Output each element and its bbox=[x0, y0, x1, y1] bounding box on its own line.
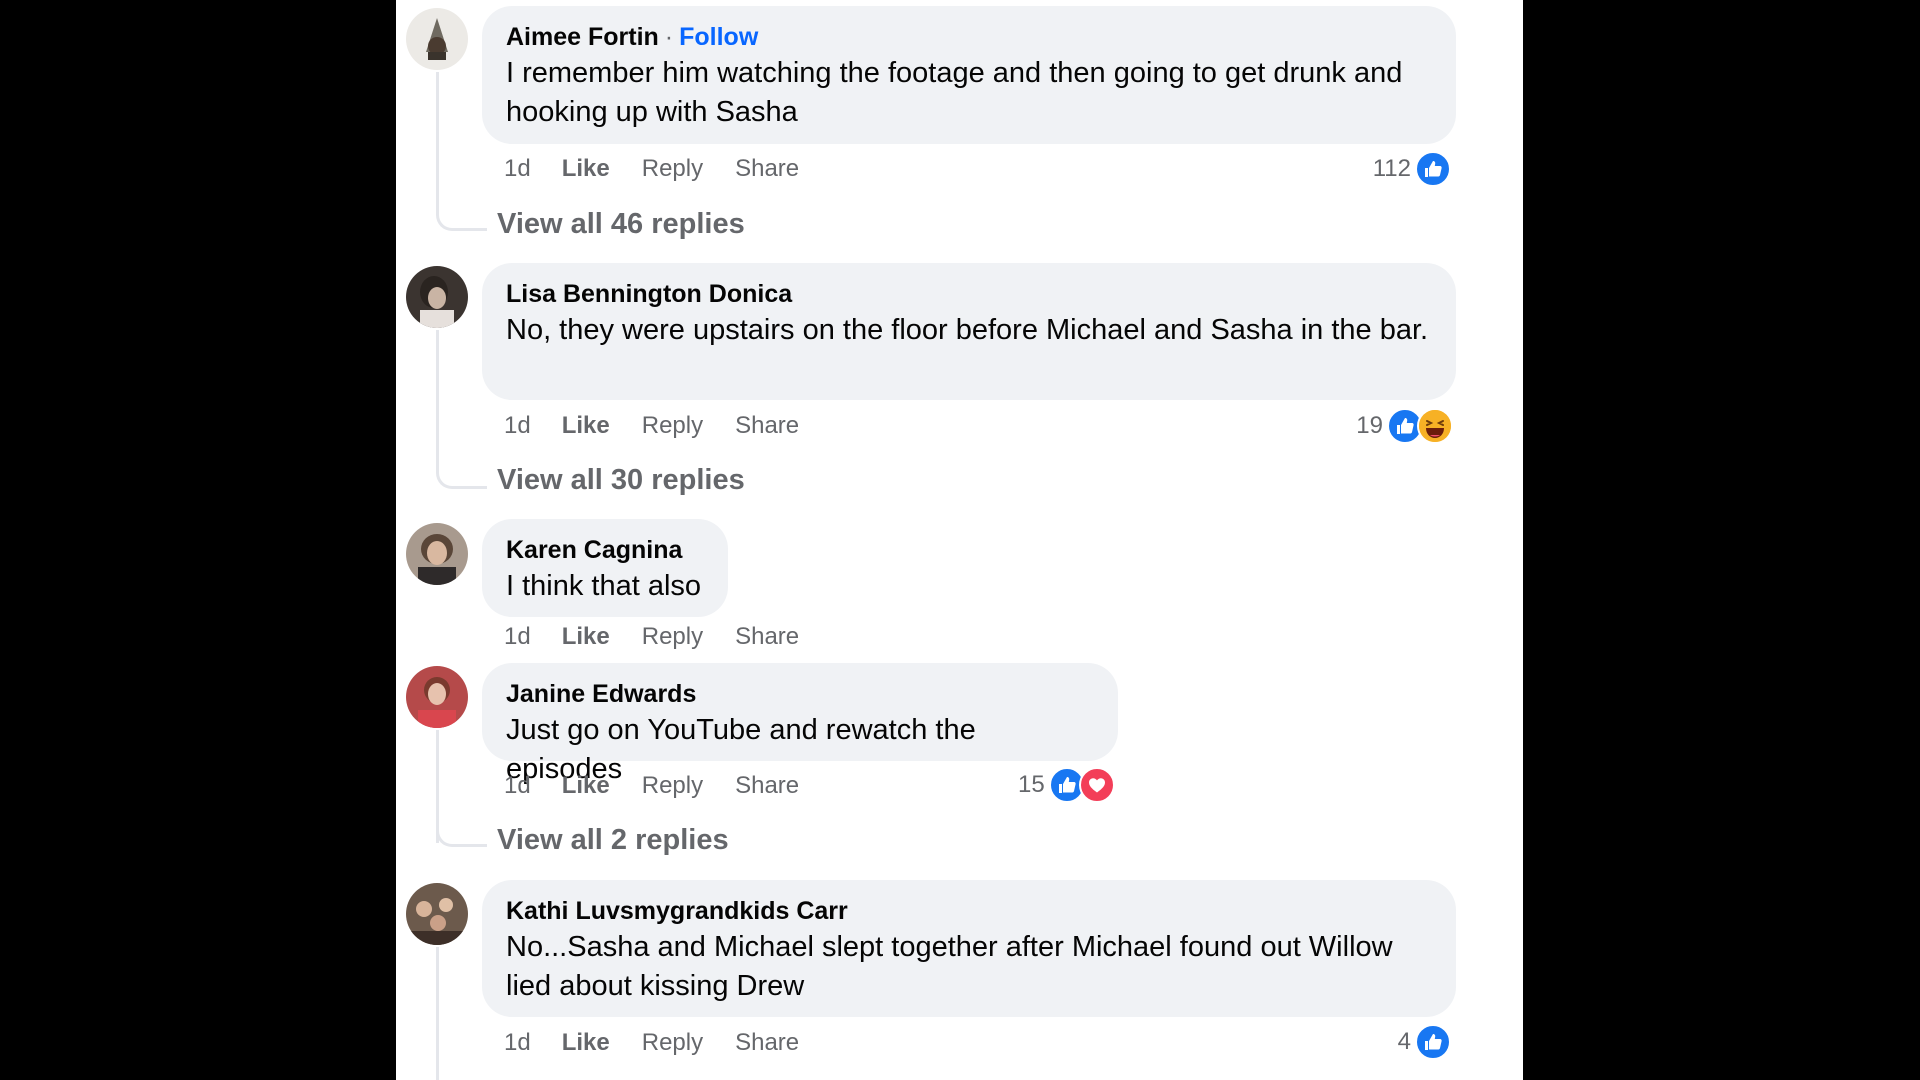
avatar[interactable] bbox=[406, 666, 468, 728]
comment-actions: 1d Like Reply Share bbox=[504, 154, 831, 184]
reply-button[interactable]: Reply bbox=[642, 154, 703, 184]
thread-connector bbox=[436, 464, 487, 489]
comment-author[interactable]: Aimee Fortin bbox=[506, 22, 659, 52]
comment-text: I think that also bbox=[506, 570, 702, 602]
view-replies-link[interactable]: View all 46 replies bbox=[497, 206, 745, 242]
like-icon bbox=[1415, 151, 1451, 187]
comment-author[interactable]: Lisa Bennington Donica bbox=[506, 279, 792, 309]
like-button[interactable]: Like bbox=[562, 1028, 610, 1058]
comment-author[interactable]: Janine Edwards bbox=[506, 679, 696, 709]
comment-actions: 1d Like Reply Share bbox=[504, 411, 831, 441]
like-button[interactable]: Like bbox=[562, 411, 610, 441]
avatar[interactable] bbox=[406, 8, 468, 70]
comment-actions: 1d Like Reply Share bbox=[504, 622, 831, 652]
comment-author[interactable]: Kathi Luvsmygrandkids Carr bbox=[506, 896, 848, 926]
separator-dot: · bbox=[664, 23, 674, 51]
comment-text: I remember him watching the footage and … bbox=[506, 57, 1403, 128]
reply-button[interactable]: Reply bbox=[642, 771, 703, 801]
avatar[interactable] bbox=[406, 523, 468, 585]
thread-connector bbox=[436, 206, 487, 231]
comment-text: No, they were upstairs on the floor befo… bbox=[506, 314, 1429, 346]
like-icon bbox=[1415, 1024, 1451, 1060]
comment-timestamp[interactable]: 1d bbox=[504, 771, 531, 801]
haha-icon bbox=[1417, 408, 1453, 444]
share-button[interactable]: Share bbox=[735, 411, 799, 441]
reaction-count: 19 bbox=[1356, 412, 1383, 439]
share-button[interactable]: Share bbox=[735, 1028, 799, 1058]
comment-bubble: Lisa Bennington Donica No, they were ups… bbox=[482, 263, 1456, 400]
reaction-count: 15 bbox=[1018, 771, 1045, 798]
comment-bubble: Janine Edwards Just go on YouTube and re… bbox=[482, 663, 1118, 785]
view-replies-link[interactable]: View all 30 replies bbox=[497, 462, 745, 498]
comment-actions: 1d Like Reply Share bbox=[504, 771, 831, 801]
thread-line bbox=[436, 330, 439, 464]
comment-author[interactable]: Karen Cagnina bbox=[506, 535, 682, 565]
avatar[interactable] bbox=[406, 266, 468, 328]
comment-actions: 1d Like Reply Share bbox=[504, 1028, 831, 1058]
comment-timestamp[interactable]: 1d bbox=[504, 622, 531, 652]
share-button[interactable]: Share bbox=[735, 771, 799, 801]
reaction-summary[interactable]: 112 bbox=[1373, 151, 1451, 187]
reaction-count: 112 bbox=[1372, 155, 1411, 182]
reaction-summary[interactable]: 19 bbox=[1356, 408, 1453, 444]
comment-timestamp[interactable]: 1d bbox=[504, 1028, 531, 1058]
view-replies-link[interactable]: View all 2 replies bbox=[497, 822, 729, 858]
share-button[interactable]: Share bbox=[735, 154, 799, 184]
comment-timestamp[interactable]: 1d bbox=[504, 411, 531, 441]
thread-connector bbox=[436, 822, 487, 847]
love-icon bbox=[1078, 767, 1115, 803]
reply-button[interactable]: Reply bbox=[642, 411, 703, 441]
share-button[interactable]: Share bbox=[735, 622, 799, 652]
avatar[interactable] bbox=[406, 883, 468, 945]
reaction-summary[interactable]: 4 bbox=[1398, 1024, 1451, 1060]
reply-button[interactable]: Reply bbox=[642, 1028, 703, 1058]
like-button[interactable]: Like bbox=[562, 622, 610, 652]
reaction-count: 4 bbox=[1397, 1028, 1411, 1055]
like-button[interactable]: Like bbox=[562, 771, 610, 801]
comments-panel: Aimee Fortin · Follow I remember him wat… bbox=[396, 0, 1523, 1080]
comment-timestamp[interactable]: 1d bbox=[504, 154, 531, 184]
thread-line bbox=[436, 72, 439, 206]
reply-button[interactable]: Reply bbox=[642, 622, 703, 652]
thread-line bbox=[436, 947, 439, 1080]
comment-text: No...Sasha and Michael slept together af… bbox=[506, 931, 1393, 1002]
reaction-summary[interactable]: 15 bbox=[1018, 767, 1115, 803]
comment-bubble: Karen Cagnina I think that also bbox=[482, 519, 728, 617]
comment-bubble: Kathi Luvsmygrandkids Carr No...Sasha an… bbox=[482, 880, 1456, 1017]
like-button[interactable]: Like bbox=[562, 154, 610, 184]
comment-bubble: Aimee Fortin · Follow I remember him wat… bbox=[482, 6, 1456, 144]
follow-button[interactable]: Follow bbox=[679, 22, 758, 52]
